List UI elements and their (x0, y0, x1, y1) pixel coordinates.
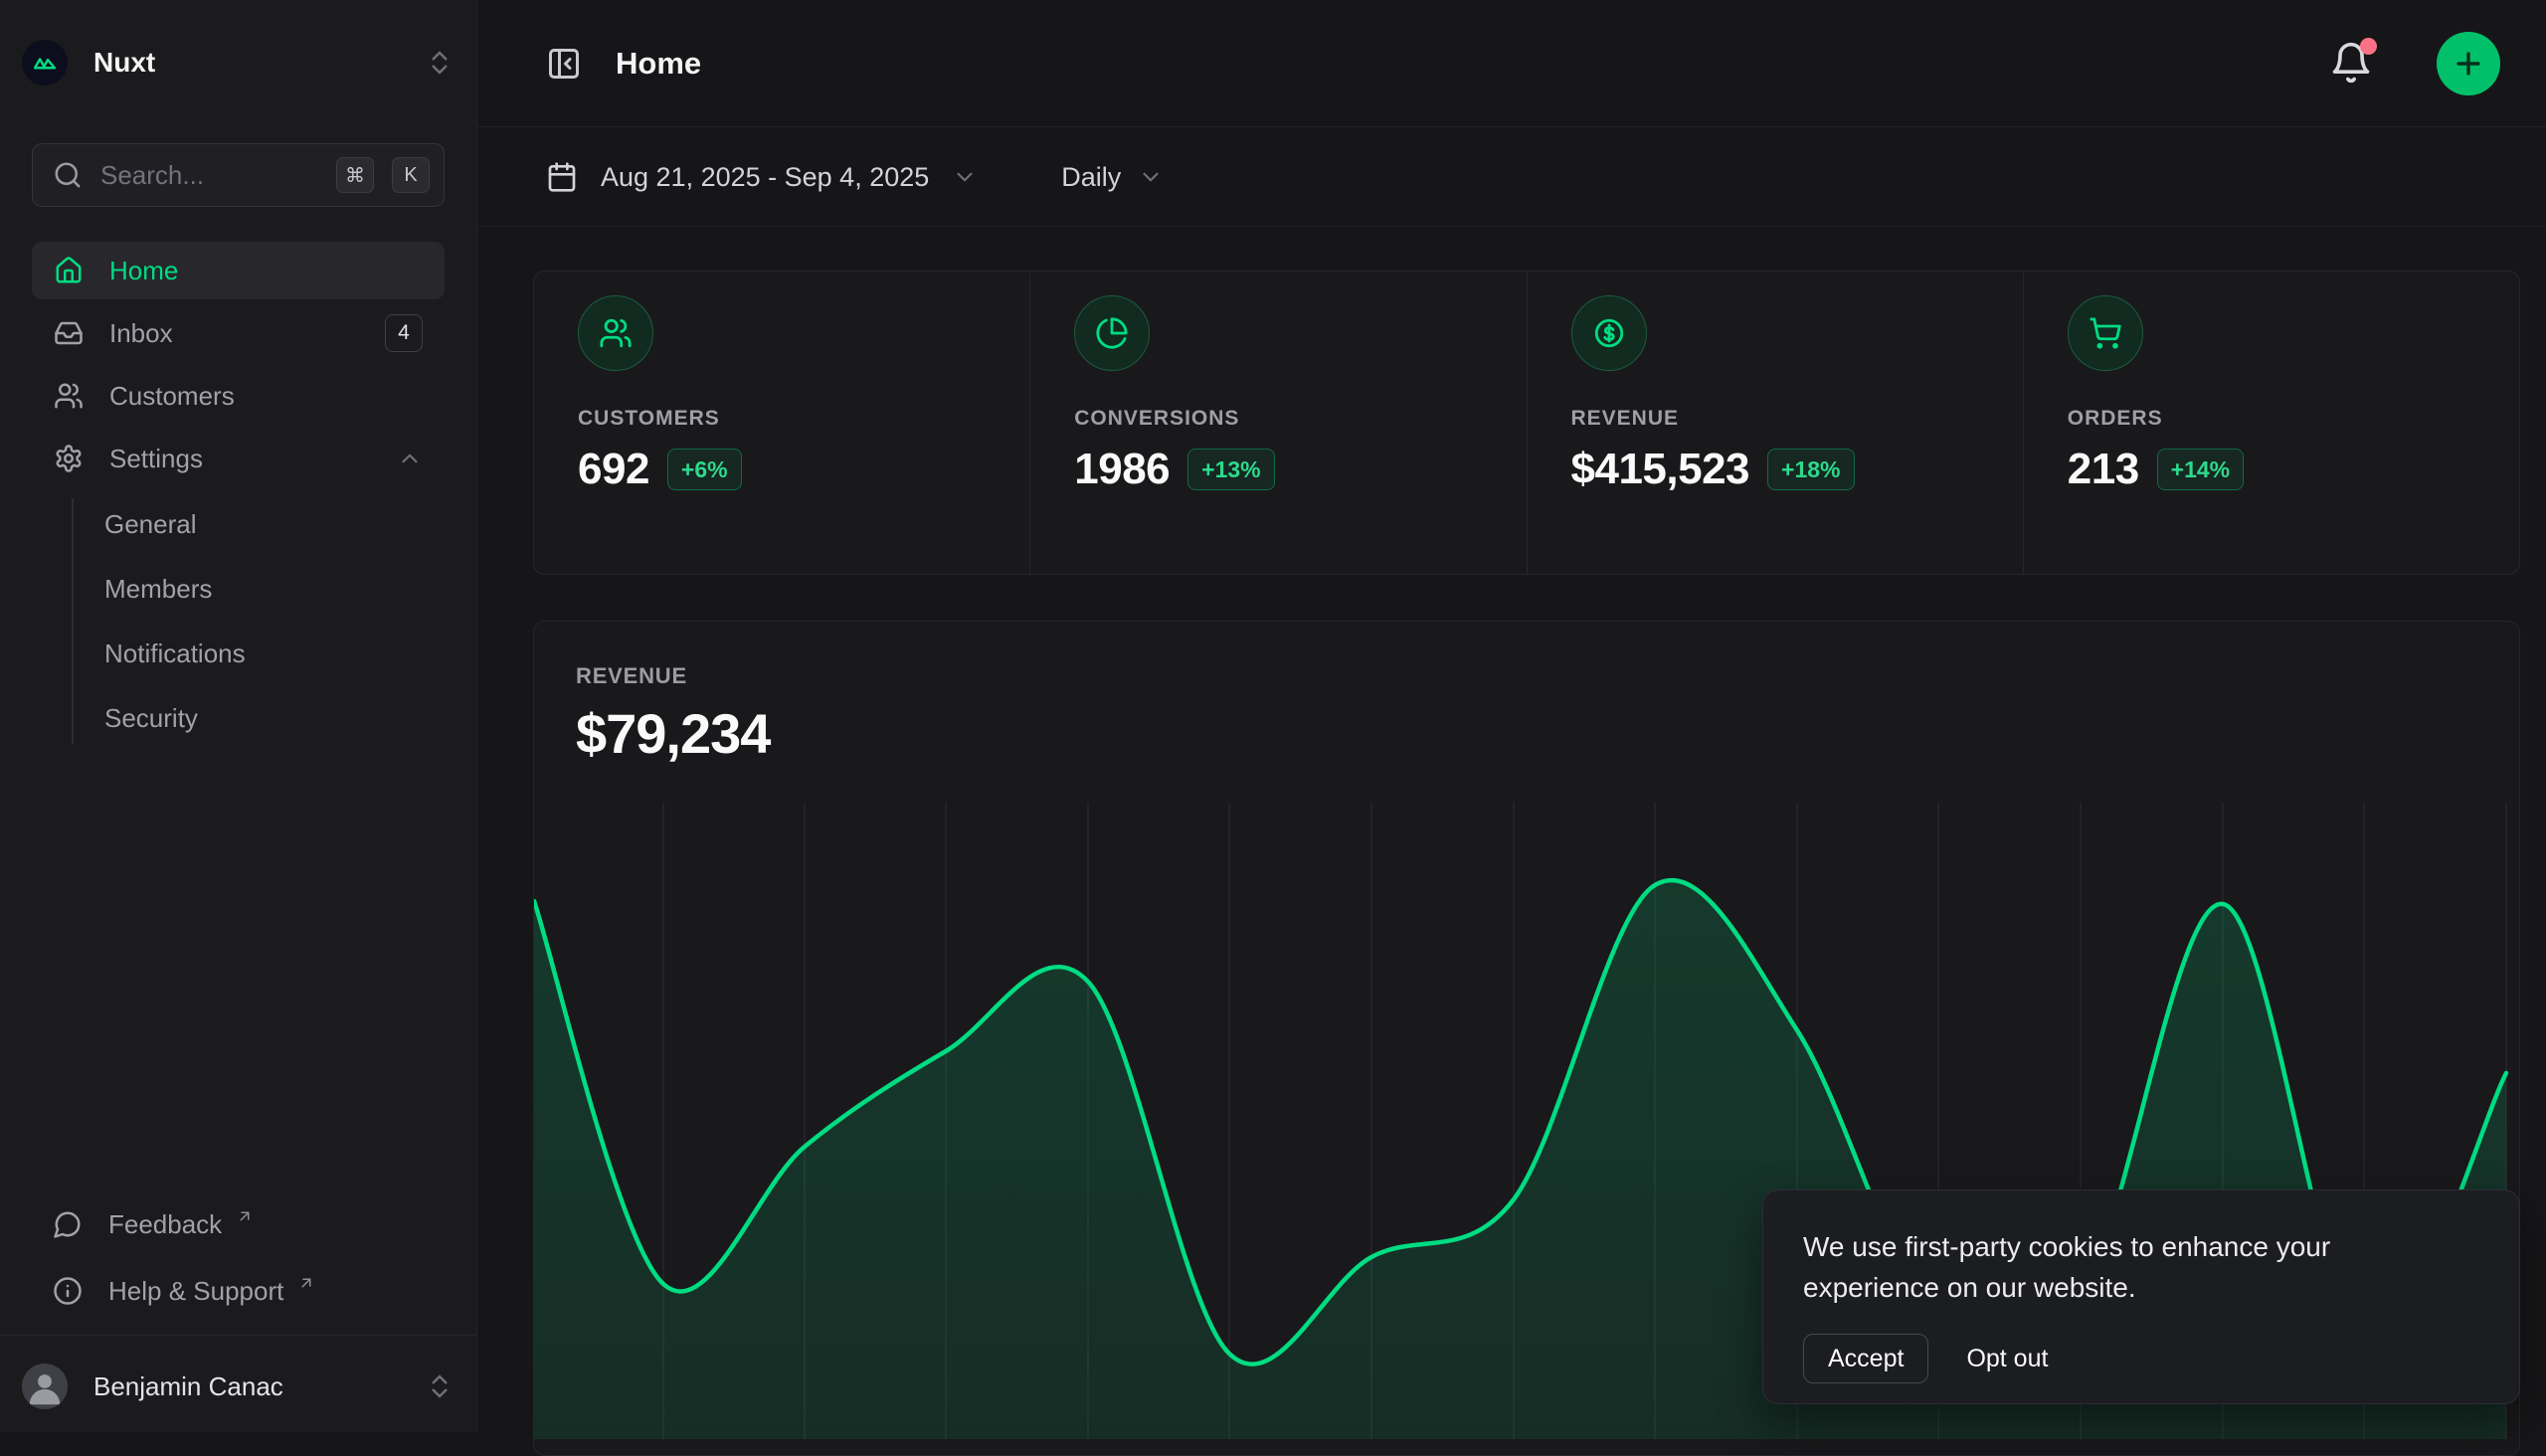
calendar-icon (546, 161, 578, 193)
sidebar-footer: Feedback Help & Support (32, 1196, 445, 1319)
chevron-down-icon (1138, 164, 1164, 190)
inbox-count-badge: 4 (385, 314, 423, 352)
sidebar-subitem-members[interactable]: Members (104, 561, 445, 617)
stat-value: $415,523 (1571, 445, 1750, 494)
panel-collapse-icon[interactable] (546, 46, 582, 82)
plus-icon (2452, 47, 2485, 81)
sidebar-item-inbox[interactable]: Inbox 4 (32, 304, 445, 362)
stat-label: CONVERSIONS (1074, 407, 1526, 431)
sidebar-item-settings[interactable]: Settings (32, 430, 445, 487)
chevron-up-icon (397, 446, 423, 471)
stat-label: REVENUE (1571, 407, 2023, 431)
revenue-chart-value: $79,234 (576, 701, 2519, 766)
chevron-up-down-icon (425, 48, 455, 78)
avatar (22, 1364, 68, 1409)
gear-icon (54, 444, 84, 473)
notification-dot (2360, 38, 2377, 55)
sidebar-subitem-general[interactable]: General (104, 496, 445, 552)
cookie-banner: We use first-party cookies to enhance yo… (1762, 1189, 2520, 1404)
sidebar-divider (0, 1335, 476, 1336)
shopping-cart-icon (2068, 295, 2143, 371)
stat-label: CUSTOMERS (578, 407, 1029, 431)
kbd-cmd: ⌘ (336, 157, 374, 193)
stat-delta-badge: +14% (2157, 449, 2244, 490)
stats-card: CUSTOMERS 692 +6% CONVERSIONS 1986 +13% (533, 271, 2520, 575)
search-input[interactable] (100, 160, 318, 191)
feedback-link[interactable]: Feedback (32, 1196, 445, 1252)
stat-value: 1986 (1074, 445, 1170, 494)
opt-out-button[interactable]: Opt out (1966, 1345, 2048, 1373)
users-icon (578, 295, 653, 371)
user-menu[interactable]: Benjamin Canac (22, 1351, 455, 1422)
stat-delta-badge: +13% (1187, 449, 1274, 490)
revenue-chart-label: REVENUE (576, 663, 2519, 689)
sidebar-item-label: Settings (109, 444, 203, 474)
stat-orders[interactable]: ORDERS 213 +14% (2023, 272, 2519, 574)
search-icon (53, 160, 83, 190)
settings-subnav: General Members Notifications Security (72, 496, 445, 746)
granularity-value: Daily (1061, 162, 1121, 193)
stat-label: ORDERS (2068, 407, 2519, 431)
accept-button[interactable]: Accept (1803, 1334, 1928, 1383)
top-bar: Home (478, 0, 2546, 127)
notifications-button[interactable] (2329, 41, 2375, 87)
page-title: Home (616, 46, 2295, 82)
help-support-link[interactable]: Help & Support (32, 1263, 445, 1319)
workspace-selector[interactable]: Nuxt (22, 30, 455, 95)
chevron-up-down-icon (425, 1371, 455, 1401)
date-range-value: Aug 21, 2025 - Sep 4, 2025 (601, 162, 929, 193)
stat-delta-badge: +18% (1767, 449, 1854, 490)
sidebar-nav: Home Inbox 4 Customers Setting (32, 242, 445, 746)
sidebar-item-label: Inbox (109, 318, 173, 349)
search-box[interactable]: ⌘ K (32, 143, 445, 207)
inbox-icon (54, 318, 84, 348)
workspace-name: Nuxt (93, 47, 399, 79)
user-name: Benjamin Canac (93, 1371, 399, 1402)
sidebar-subitem-notifications[interactable]: Notifications (104, 626, 445, 681)
stat-value: 692 (578, 445, 649, 494)
stat-value: 213 (2068, 445, 2139, 494)
sidebar-item-label: Home (109, 256, 178, 286)
stat-delta-badge: +6% (667, 449, 742, 490)
add-button[interactable] (2437, 32, 2500, 95)
cookie-message: We use first-party cookies to enhance yo… (1803, 1226, 2400, 1308)
feedback-label: Feedback (108, 1209, 222, 1240)
external-link-icon (236, 1207, 254, 1225)
help-support-label: Help & Support (108, 1276, 283, 1307)
nuxt-logo-icon (22, 40, 68, 86)
stat-conversions[interactable]: CONVERSIONS 1986 +13% (1029, 272, 1526, 574)
sidebar-subitem-security[interactable]: Security (104, 690, 445, 746)
sidebar-item-customers[interactable]: Customers (32, 367, 445, 425)
filters-toolbar: Aug 21, 2025 - Sep 4, 2025 Daily (478, 128, 2546, 227)
stat-revenue[interactable]: REVENUE $415,523 +18% (1527, 272, 2023, 574)
dollar-circle-icon (1571, 295, 1647, 371)
home-icon (54, 256, 84, 285)
message-bubble-icon (53, 1209, 83, 1239)
chevron-down-icon (952, 164, 978, 190)
dashboard-app: Nuxt ⌘ K Home Inbo (0, 0, 2546, 1432)
main-area: Home Aug 21, 2025 - Sep 4, 2025 Daily (478, 0, 2546, 1432)
sidebar-item-label: Customers (109, 381, 235, 412)
kbd-k: K (392, 157, 430, 193)
stat-customers[interactable]: CUSTOMERS 692 +6% (534, 272, 1029, 574)
sidebar: Nuxt ⌘ K Home Inbo (0, 0, 477, 1432)
external-link-icon (297, 1274, 315, 1292)
users-icon (54, 381, 84, 411)
sidebar-item-home[interactable]: Home (32, 242, 445, 299)
granularity-select[interactable]: Daily (1061, 162, 1164, 193)
info-circle-icon (53, 1276, 83, 1306)
date-range-picker[interactable]: Aug 21, 2025 - Sep 4, 2025 (546, 161, 978, 193)
pie-chart-icon (1074, 295, 1150, 371)
